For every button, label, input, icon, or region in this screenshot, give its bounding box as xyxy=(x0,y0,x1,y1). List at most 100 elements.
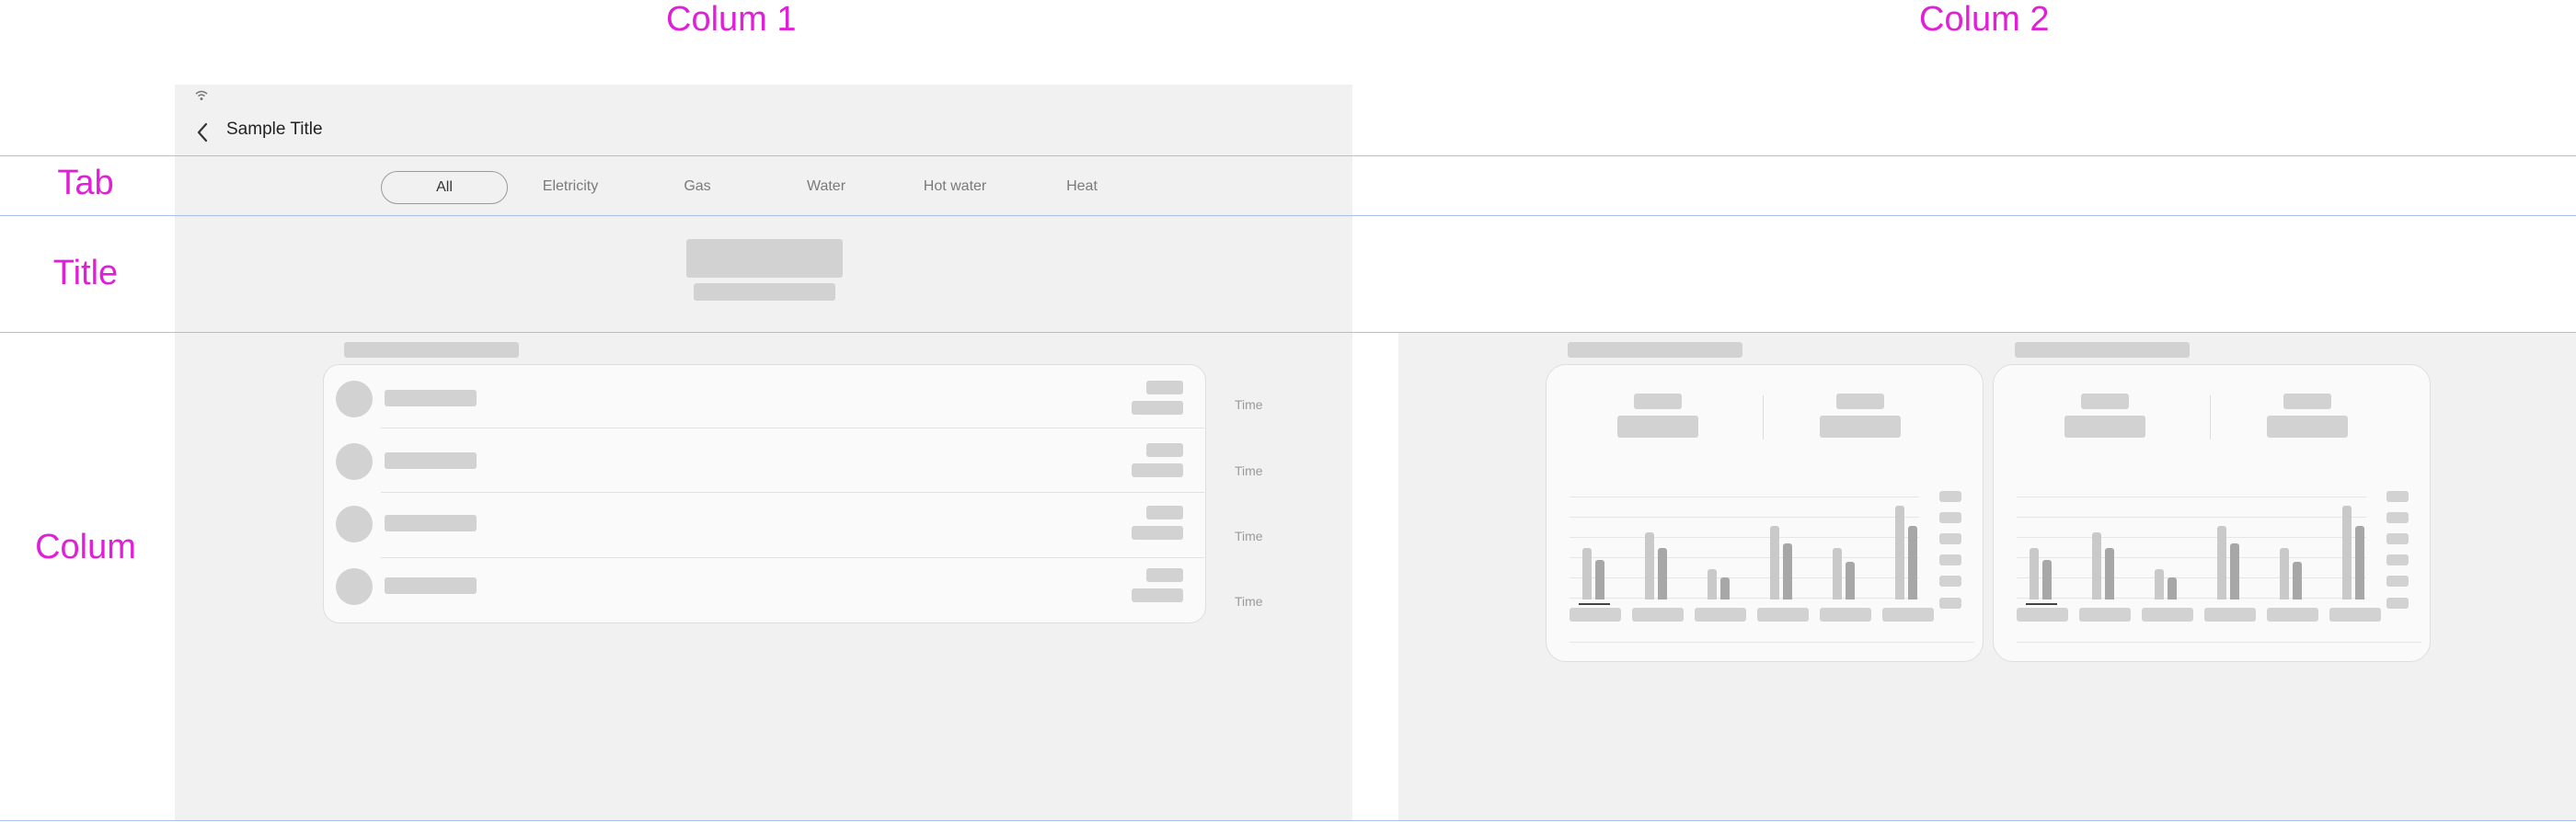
avatar xyxy=(336,506,373,542)
x-axis-label-placeholder xyxy=(2267,608,2318,622)
tab-all[interactable]: All xyxy=(381,171,508,204)
chevron-left-icon[interactable] xyxy=(193,121,213,143)
row-time: Time xyxy=(1235,594,1263,609)
column-annotation: Colum xyxy=(35,528,136,566)
y-axis-tick-placeholder xyxy=(2386,576,2409,587)
column-1-annotation: Colum 1 xyxy=(666,0,797,39)
summary-value-placeholder xyxy=(1617,416,1698,438)
chart-bar xyxy=(1658,548,1667,599)
section-header-placeholder xyxy=(344,342,519,358)
chart-bar xyxy=(1595,560,1604,599)
summary-label-placeholder xyxy=(1836,394,1884,409)
chart-section-header-placeholder xyxy=(1568,342,1742,358)
item-title-placeholder xyxy=(385,452,477,469)
chart-bar xyxy=(1895,506,1904,599)
chart-bar xyxy=(2105,548,2114,599)
chart-bar xyxy=(2230,543,2239,599)
tab-heat[interactable]: Heat xyxy=(1019,171,1144,202)
chart-gridline xyxy=(2017,598,2366,599)
x-axis-label-placeholder xyxy=(1632,608,1684,622)
chart-gridline xyxy=(1570,537,1919,538)
guide-line xyxy=(0,332,2576,333)
chart-bar xyxy=(2355,526,2364,599)
chart-bar xyxy=(2092,532,2101,599)
chart-bar xyxy=(1908,526,1917,599)
y-axis-tick-placeholder xyxy=(1939,491,1961,502)
item-subvalue-placeholder xyxy=(1132,463,1183,477)
item-subvalue-placeholder xyxy=(1132,401,1183,415)
chart-gridline xyxy=(1570,557,1919,558)
item-subvalue-placeholder xyxy=(1132,526,1183,540)
chart-gridline xyxy=(2017,577,2366,578)
x-axis-label-placeholder xyxy=(1820,608,1871,622)
x-axis-label-placeholder xyxy=(2204,608,2256,622)
tab-water[interactable]: Water xyxy=(764,171,889,202)
item-title-placeholder xyxy=(385,390,477,406)
chart-gridline xyxy=(2017,557,2366,558)
item-title-placeholder xyxy=(385,515,477,531)
x-axis-label-placeholder xyxy=(2329,608,2381,622)
tab-eletricity[interactable]: Eletricity xyxy=(508,171,633,202)
y-axis-tick-placeholder xyxy=(2386,491,2409,502)
y-axis-tick-placeholder xyxy=(2386,533,2409,544)
item-value-placeholder xyxy=(1146,381,1183,394)
y-axis-tick-placeholder xyxy=(2386,554,2409,565)
chart-gridline xyxy=(1570,598,1919,599)
chart-bar xyxy=(1770,526,1779,599)
chart-gridline xyxy=(2017,537,2366,538)
row-time: Time xyxy=(1235,529,1263,543)
title-annotation: Title xyxy=(52,254,119,292)
avatar xyxy=(336,568,373,605)
title-value-placeholder xyxy=(686,239,843,278)
x-axis-label-placeholder xyxy=(1757,608,1809,622)
guide-line xyxy=(0,820,2576,821)
summary-label-placeholder xyxy=(2081,394,2129,409)
summary-value-placeholder xyxy=(2267,416,2348,438)
tab-gas[interactable]: Gas xyxy=(635,171,760,202)
chart-bar xyxy=(1708,569,1717,599)
y-axis-tick-placeholder xyxy=(1939,554,1961,565)
item-value-placeholder xyxy=(1146,568,1183,582)
summary-value-placeholder xyxy=(2064,416,2145,438)
chart-bar xyxy=(2042,560,2052,599)
y-axis-tick-placeholder xyxy=(2386,512,2409,523)
chart-bottom-rule xyxy=(1570,642,1974,643)
chart-bar xyxy=(2217,526,2226,599)
chart-bar xyxy=(1846,562,1855,599)
x-axis-label-placeholder xyxy=(2079,608,2131,622)
chart-gridline xyxy=(2017,517,2366,518)
chart-gridline xyxy=(1570,517,1919,518)
row-time: Time xyxy=(1235,463,1263,478)
chart-section-header-placeholder xyxy=(2015,342,2190,358)
title-subtitle-placeholder xyxy=(694,283,835,301)
chart-bar xyxy=(2342,506,2352,599)
x-axis-label-placeholder xyxy=(1695,608,1746,622)
chart-bar xyxy=(1720,577,1730,599)
y-axis-tick-placeholder xyxy=(1939,598,1961,609)
item-title-placeholder xyxy=(385,577,477,594)
row-time: Time xyxy=(1235,397,1263,412)
x-axis-label-placeholder xyxy=(2017,608,2068,622)
tab-hot-water[interactable]: Hot water xyxy=(892,171,1018,202)
chart-bar xyxy=(2280,548,2289,599)
guide-line xyxy=(0,155,2576,156)
wifi-icon xyxy=(195,90,208,100)
y-axis-tick-placeholder xyxy=(2386,598,2409,609)
row-divider xyxy=(381,492,1204,493)
row-divider xyxy=(381,557,1204,558)
tab-annotation: Tab xyxy=(57,164,114,202)
chart-gridline xyxy=(1570,577,1919,578)
y-axis-tick-placeholder xyxy=(1939,512,1961,523)
summary-divider xyxy=(2210,395,2211,440)
item-value-placeholder xyxy=(1146,506,1183,519)
chart-bar xyxy=(1582,548,1592,599)
chart-bar xyxy=(1645,532,1654,599)
summary-label-placeholder xyxy=(1634,394,1682,409)
y-axis-tick-placeholder xyxy=(1939,533,1961,544)
column-2-annotation: Colum 2 xyxy=(1919,0,2050,39)
chart-bottom-rule xyxy=(2017,642,2421,643)
page-title: Sample Title xyxy=(226,120,323,139)
chart-bar xyxy=(2293,562,2302,599)
avatar xyxy=(336,443,373,480)
chart-bar xyxy=(2155,569,2164,599)
